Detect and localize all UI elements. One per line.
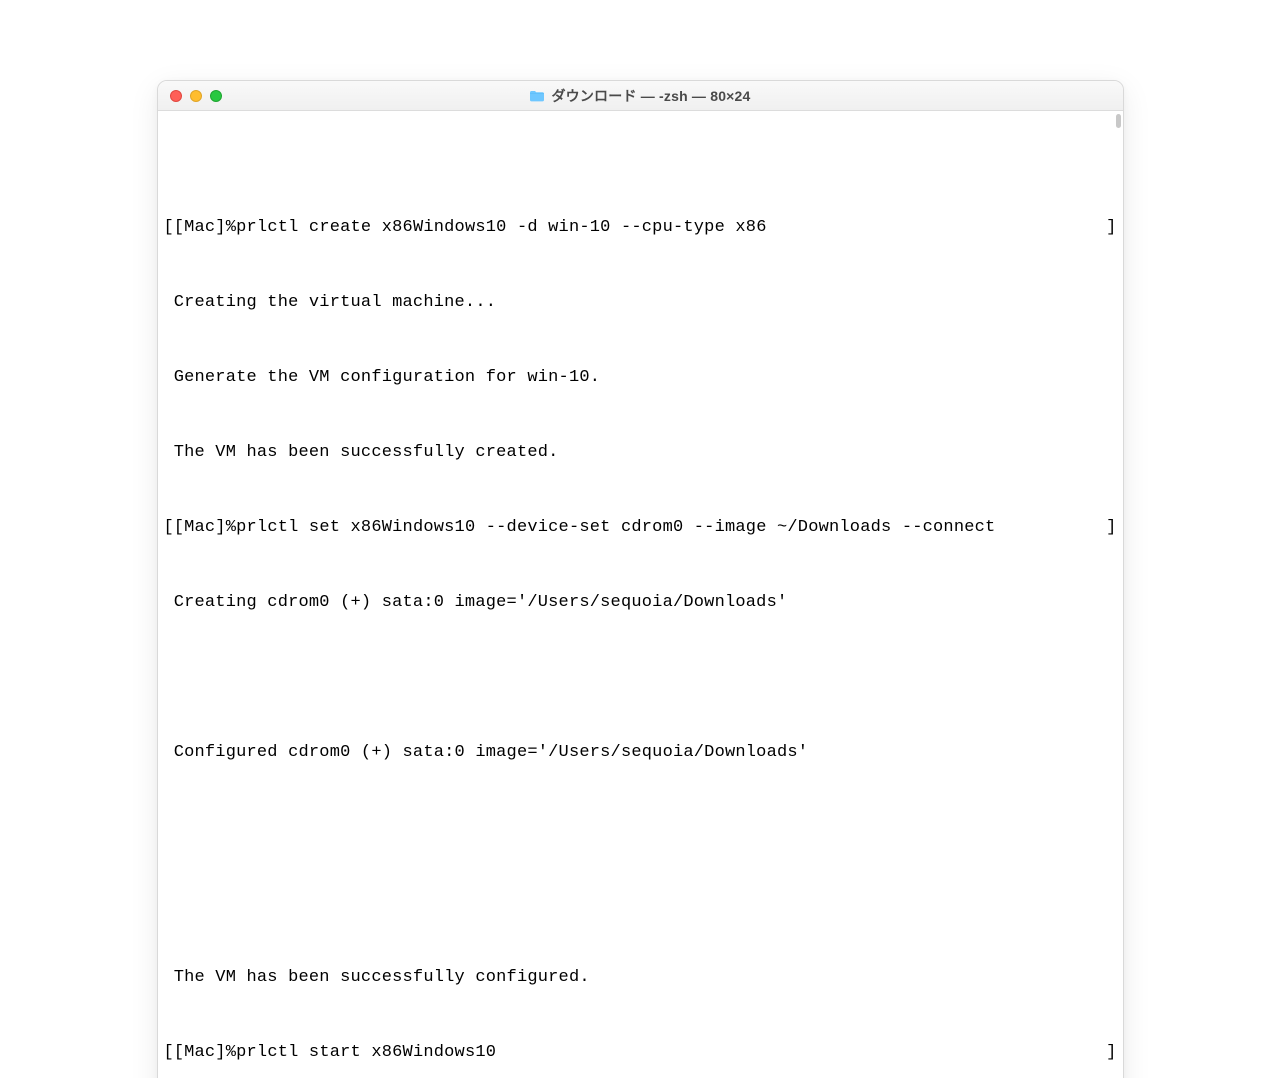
terminal-line: [][Mac]%prlctl set x86Windows10 --device…: [164, 515, 1117, 540]
terminal-line: Generate the VM configuration for win-10…: [164, 365, 1117, 390]
command: prlctl set x86Windows10 --device-set cdr…: [236, 518, 1006, 537]
terminal-line: [][Mac]%prlctl create x86Windows10 -d wi…: [164, 215, 1117, 240]
terminal-line: [164, 890, 1117, 915]
minimize-icon[interactable]: [190, 90, 202, 102]
command: prlctl create x86Windows10 -d win-10 --c…: [236, 218, 767, 237]
prompt: [Mac]%: [174, 518, 236, 537]
terminal-line: Creating cdrom0 (+) sata:0 image='/Users…: [164, 590, 1117, 615]
traffic-lights: [170, 90, 222, 102]
terminal-line: The VM has been successfully configured.: [164, 965, 1117, 990]
zoom-icon[interactable]: [210, 90, 222, 102]
terminal-body[interactable]: [][Mac]%prlctl create x86Windows10 -d wi…: [158, 111, 1123, 1078]
terminal-line: The VM has been successfully created.: [164, 440, 1117, 465]
terminal-window: ダウンロード — -zsh — 80×24 [][Mac]%prlctl cre…: [157, 80, 1124, 1078]
close-icon[interactable]: [170, 90, 182, 102]
scrollbar-thumb[interactable]: [1116, 114, 1121, 128]
terminal-line: [][Mac]%prlctl start x86Windows10: [164, 1040, 1117, 1065]
terminal-line: [164, 815, 1117, 840]
terminal-line: Configured cdrom0 (+) sata:0 image='/Use…: [164, 740, 1117, 765]
window-title: ダウンロード — -zsh — 80×24: [551, 86, 750, 106]
folder-icon: [529, 90, 545, 102]
title-center: ダウンロード — -zsh — 80×24: [158, 86, 1123, 106]
terminal-line: [164, 665, 1117, 690]
prompt: [Mac]%: [174, 1043, 236, 1062]
command: prlctl start x86Windows10: [236, 1043, 496, 1062]
prompt: [Mac]%: [174, 218, 236, 237]
title-bar[interactable]: ダウンロード — -zsh — 80×24: [158, 81, 1123, 111]
terminal-line: Creating the virtual machine...: [164, 290, 1117, 315]
